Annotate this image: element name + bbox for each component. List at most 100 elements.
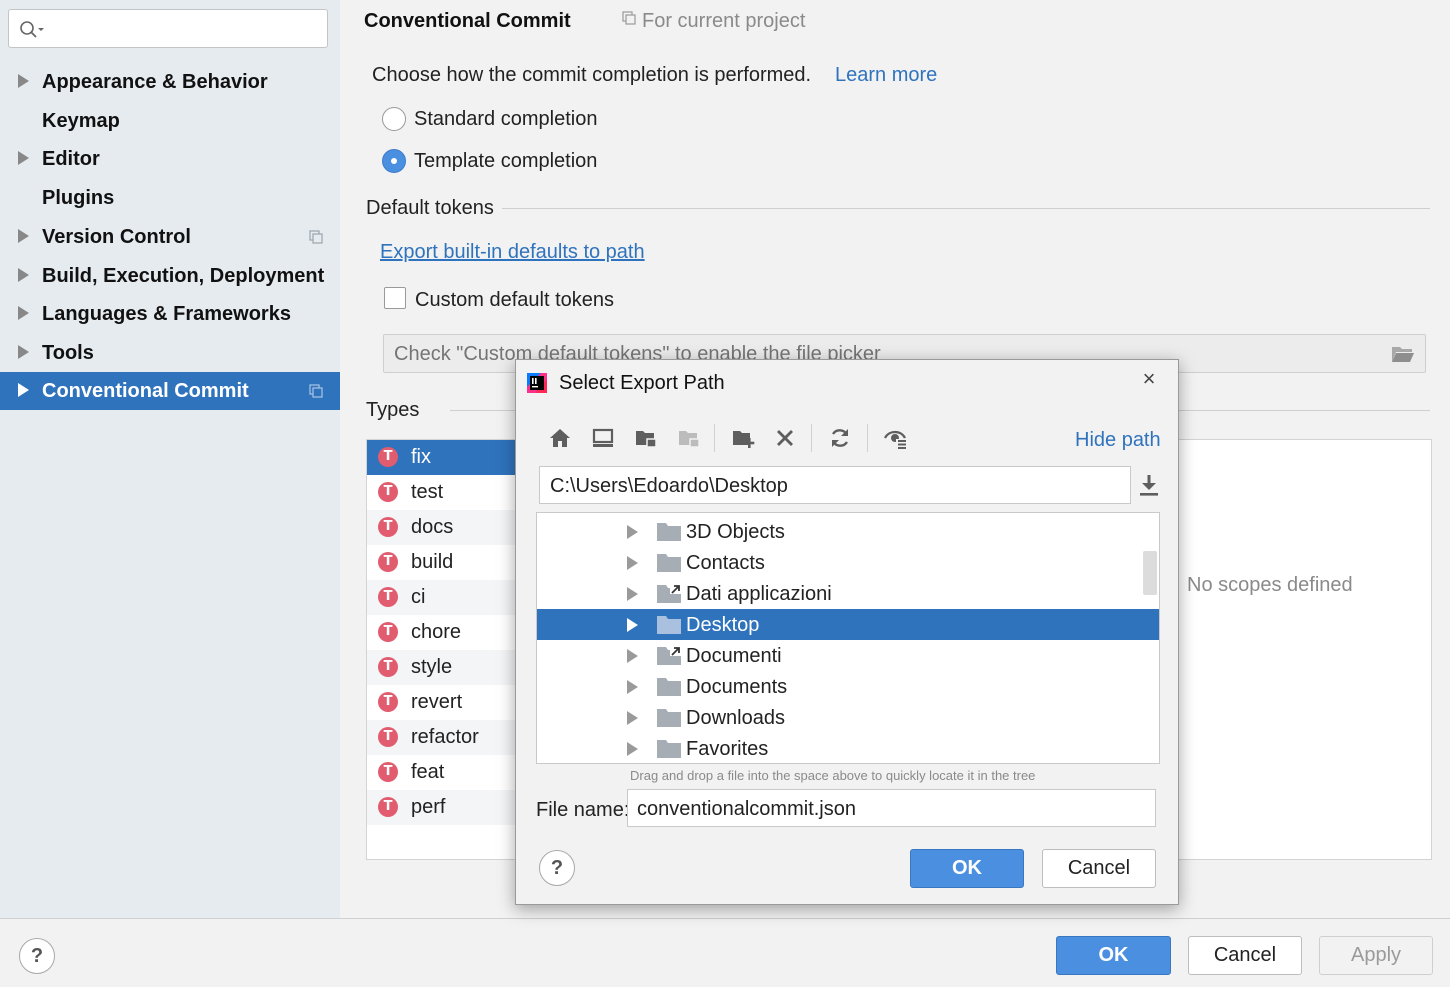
type-item-feat[interactable]: T feat xyxy=(367,755,517,790)
dialog-cancel-button[interactable]: Cancel xyxy=(1042,849,1156,888)
path-input[interactable] xyxy=(550,473,1120,499)
toolbar-separator xyxy=(867,424,868,452)
expand-arrow-icon[interactable] xyxy=(627,742,638,756)
show-hidden-icon[interactable] xyxy=(884,426,908,450)
type-label: style xyxy=(411,656,453,678)
type-icon: T xyxy=(378,552,398,572)
expand-arrow-icon[interactable] xyxy=(18,74,29,88)
toolbar-separator xyxy=(811,424,812,452)
project-folder-icon[interactable] xyxy=(634,426,658,450)
sidebar-item-label: Version Control xyxy=(42,226,191,248)
type-item-fix[interactable]: T fix xyxy=(367,440,517,475)
tree-row-label: Documents xyxy=(686,676,788,698)
expand-arrow-icon[interactable] xyxy=(18,383,29,397)
sidebar-item-tools[interactable]: Tools xyxy=(0,334,340,372)
type-icon: T xyxy=(378,447,398,467)
tree-row-label: Desktop xyxy=(686,614,760,636)
file-tree[interactable]: 3D Objects Contacts Dati applicazioni De… xyxy=(536,512,1160,764)
desktop-icon[interactable] xyxy=(591,426,615,450)
close-icon[interactable]: × xyxy=(1139,368,1159,390)
expand-arrow-icon[interactable] xyxy=(18,345,29,359)
expand-arrow-icon[interactable] xyxy=(627,556,638,570)
type-item-build[interactable]: T build xyxy=(367,545,517,580)
ok-button[interactable]: OK xyxy=(1056,936,1171,975)
sidebar-item-label: Keymap xyxy=(42,110,120,132)
file-name-field[interactable] xyxy=(627,789,1156,827)
tree-scrollbar-thumb[interactable] xyxy=(1143,551,1157,595)
page-title: Conventional Commit xyxy=(364,10,571,32)
expand-arrow-icon[interactable] xyxy=(18,151,29,165)
type-icon: T xyxy=(378,797,398,817)
tree-row-contacts[interactable]: Contacts xyxy=(537,547,1159,578)
completion-description: Choose how the commit completion is perf… xyxy=(372,64,812,86)
expand-arrow-icon[interactable] xyxy=(18,229,29,243)
settings-search-input[interactable] xyxy=(53,16,317,41)
settings-search-box[interactable] xyxy=(8,9,328,48)
type-label: fix xyxy=(411,446,431,468)
type-icon: T xyxy=(378,657,398,677)
type-label: perf xyxy=(411,796,446,818)
dialog-ok-button[interactable]: OK xyxy=(910,849,1024,888)
type-item-revert[interactable]: T revert xyxy=(367,685,517,720)
file-name-label: File name: xyxy=(536,799,630,821)
sidebar-item-languages-frameworks[interactable]: Languages & Frameworks xyxy=(0,295,340,333)
file-name-input[interactable] xyxy=(637,796,1147,822)
apply-button[interactable]: Apply xyxy=(1319,936,1433,975)
select-export-path-dialog: Select Export Path × Hide path C:\Users\… xyxy=(515,359,1179,905)
sidebar-item-build-execution-deployment[interactable]: Build, Execution, Deployment xyxy=(0,257,340,295)
tree-row-documenti[interactable]: Documenti xyxy=(537,640,1159,671)
export-defaults-link[interactable]: Export built-in defaults to path xyxy=(380,241,645,264)
type-item-chore[interactable]: T chore xyxy=(367,615,517,650)
type-item-refactor[interactable]: T refactor xyxy=(367,720,517,755)
help-button[interactable]: ? xyxy=(19,938,55,974)
download-icon[interactable] xyxy=(1137,472,1161,498)
scope-label: For current project xyxy=(642,10,806,32)
expand-arrow-icon[interactable] xyxy=(627,525,638,539)
type-icon: T xyxy=(378,587,398,607)
type-item-style[interactable]: T style xyxy=(367,650,517,685)
tree-row-documents[interactable]: Documents xyxy=(537,671,1159,702)
path-field[interactable] xyxy=(539,466,1131,504)
sidebar-item-keymap[interactable]: Keymap xyxy=(0,102,340,140)
template-completion-radio[interactable] xyxy=(382,149,406,173)
expand-arrow-icon[interactable] xyxy=(627,618,638,632)
expand-arrow-icon[interactable] xyxy=(627,711,638,725)
new-folder-icon[interactable] xyxy=(731,426,755,450)
home-icon[interactable] xyxy=(548,426,572,450)
expand-arrow-icon[interactable] xyxy=(627,649,638,663)
sidebar-item-editor[interactable]: Editor xyxy=(0,140,340,178)
sidebar-item-version-control[interactable]: Version Control xyxy=(0,218,340,256)
delete-icon[interactable] xyxy=(773,426,797,450)
cancel-button[interactable]: Cancel xyxy=(1188,936,1302,975)
expand-arrow-icon[interactable] xyxy=(627,680,638,694)
type-item-test[interactable]: T test xyxy=(367,475,517,510)
intellij-app-icon xyxy=(527,373,547,393)
type-item-perf[interactable]: T perf xyxy=(367,790,517,825)
custom-default-tokens-checkbox[interactable] xyxy=(384,287,406,309)
project-scope-icon xyxy=(622,11,636,25)
tree-row-desktop[interactable]: Desktop xyxy=(537,609,1159,640)
scope-indicator: For current project xyxy=(622,10,805,33)
dialog-help-button[interactable]: ? xyxy=(539,850,575,886)
standard-completion-radio[interactable] xyxy=(382,107,406,131)
expand-arrow-icon[interactable] xyxy=(18,268,29,282)
sidebar-item-plugins[interactable]: Plugins xyxy=(0,179,340,217)
hide-path-link[interactable]: Hide path xyxy=(1075,429,1161,452)
refresh-icon[interactable] xyxy=(828,426,852,450)
sidebar-item-conventional-commit[interactable]: Conventional Commit xyxy=(0,372,340,410)
expand-arrow-icon[interactable] xyxy=(627,587,638,601)
expand-arrow-icon[interactable] xyxy=(18,306,29,320)
module-folder-icon[interactable] xyxy=(677,426,701,450)
type-item-ci[interactable]: T ci xyxy=(367,580,517,615)
tree-row-dati-applicazioni[interactable]: Dati applicazioni xyxy=(537,578,1159,609)
sidebar-item-label: Editor xyxy=(42,148,100,170)
section-divider xyxy=(500,208,1430,209)
tree-row-3d-objects[interactable]: 3D Objects xyxy=(537,516,1159,547)
tree-row-downloads[interactable]: Downloads xyxy=(537,702,1159,733)
tree-row-label: Favorites xyxy=(686,738,769,760)
type-item-docs[interactable]: T docs xyxy=(367,510,517,545)
learn-more-link[interactable]: Learn more xyxy=(835,64,937,87)
tree-row-favorites[interactable]: Favorites xyxy=(537,733,1159,763)
drag-drop-hint: Drag and drop a file into the space abov… xyxy=(630,768,1036,783)
sidebar-item-appearance-behavior[interactable]: Appearance & Behavior xyxy=(0,63,340,101)
